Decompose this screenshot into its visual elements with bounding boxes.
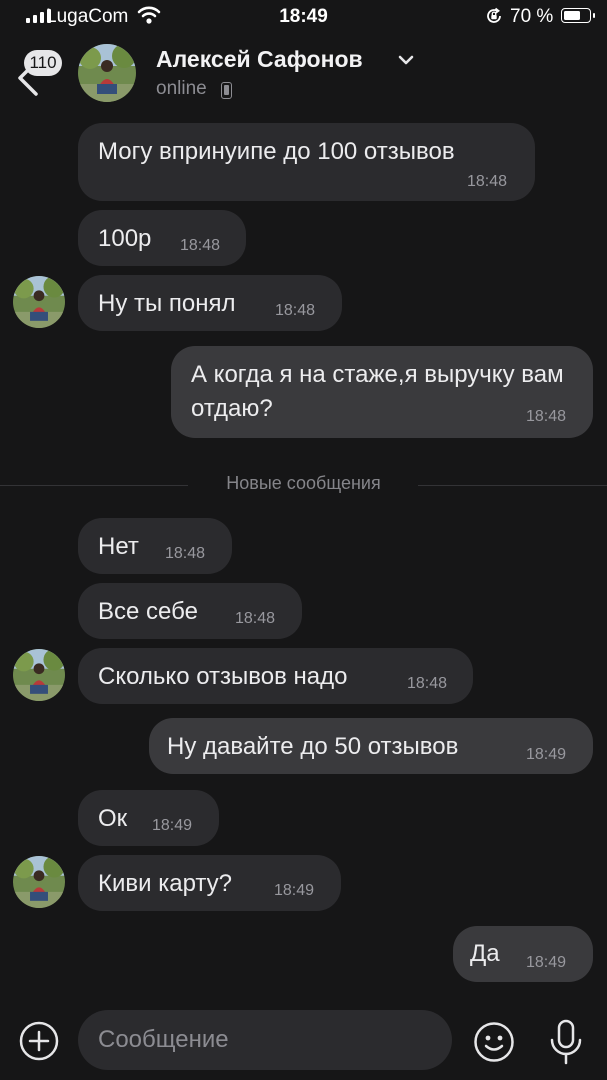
new-messages-divider: Новые сообщения (0, 473, 607, 497)
contact-avatar[interactable] (78, 44, 136, 102)
message-incoming[interactable]: Могу впринуипе до 100 отзывов 18:48 (78, 123, 535, 201)
unread-count-badge: 110 (24, 50, 62, 76)
message-outgoing[interactable]: Ну давайте до 50 отзывов 18:49 (149, 718, 593, 774)
message-outgoing[interactable]: Да 18:49 (453, 926, 593, 982)
back-button[interactable]: 110 (14, 50, 74, 98)
contact-mini-avatar[interactable] (13, 649, 65, 701)
contact-mini-avatar[interactable] (13, 856, 65, 908)
presence-status: online (156, 78, 207, 99)
contact-name[interactable]: Алексей Сафонов (156, 46, 363, 73)
rotation-lock-icon (487, 7, 501, 23)
chat-header: 110 Алексей Сафонов online (0, 34, 607, 114)
message-incoming[interactable]: Нет 18:48 (78, 518, 232, 574)
message-input[interactable] (78, 1010, 452, 1070)
status-bar: LugaCom 18:49 70 % (0, 0, 607, 34)
plus-circle-icon[interactable] (19, 1021, 59, 1061)
battery-fill (564, 11, 580, 20)
message-incoming[interactable]: Сколько отзывов надо 18:48 (78, 648, 473, 704)
contact-mini-avatar[interactable] (13, 276, 65, 328)
emoji-icon[interactable] (473, 1021, 515, 1063)
phone-icon (221, 82, 232, 99)
message-incoming[interactable]: 100р 18:48 (78, 210, 246, 266)
microphone-icon[interactable] (547, 1018, 585, 1066)
message-incoming[interactable]: Ну ты понял 18:48 (78, 275, 342, 331)
message-incoming[interactable]: Все себе 18:48 (78, 583, 302, 639)
battery-percent: 70 % (510, 6, 554, 27)
new-messages-label: Новые сообщения (226, 473, 381, 493)
battery-icon (561, 8, 595, 23)
message-incoming[interactable]: Киви карту? 18:49 (78, 855, 341, 911)
chevron-down-icon[interactable] (398, 54, 414, 66)
message-incoming[interactable]: Ок 18:49 (78, 790, 219, 846)
message-composer (0, 1005, 607, 1080)
message-outgoing[interactable]: А когда я на стаже,я выручку вам отдаю? … (171, 346, 593, 438)
